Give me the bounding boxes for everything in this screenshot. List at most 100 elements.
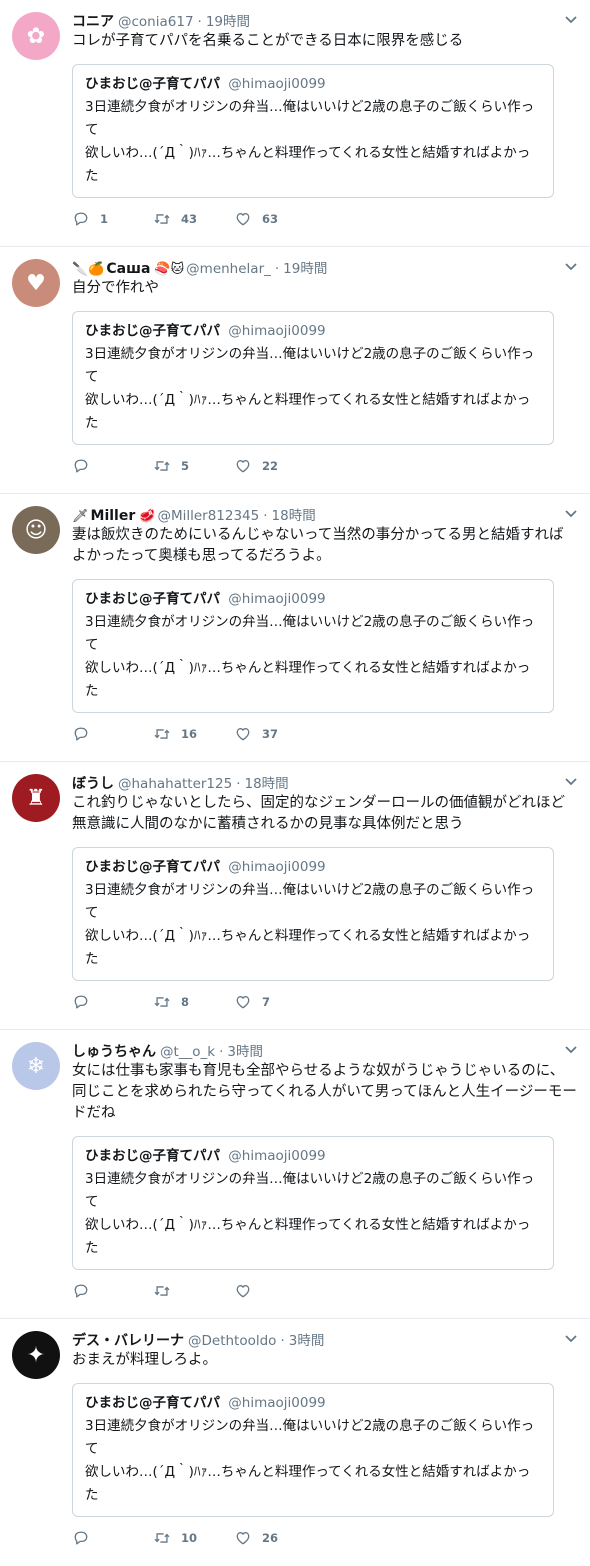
quoted-tweet[interactable]: ひまおじ@子育てパパ @himaoji0099 3日連続夕食がオリジンの弁当…俺… [72, 1136, 554, 1270]
display-name[interactable]: Саша [106, 261, 150, 277]
tweet-actions: 10 26 [72, 1528, 315, 1548]
quoted-display-name: ひまおじ@子育てパパ [85, 323, 220, 339]
tweet[interactable]: ✦ デス・バレリーナ @Dethtooldo · 3時間 おまえが料理しろよ。 … [0, 1319, 590, 1566]
timestamp[interactable]: 3時間 [227, 1040, 263, 1060]
chevron-down-icon[interactable] [564, 1331, 578, 1345]
like-button[interactable]: 7 [234, 993, 315, 1011]
retweet-button[interactable]: 10 [153, 1529, 234, 1547]
chevron-down-icon[interactable] [564, 12, 578, 26]
reply-button[interactable] [72, 1282, 153, 1300]
quoted-user-handle: @himaoji0099 [228, 323, 326, 339]
avatar-image: ✿ [26, 23, 46, 49]
quoted-user-handle: @himaoji0099 [228, 1148, 326, 1164]
avatar[interactable]: ☺ [12, 506, 60, 554]
display-name[interactable]: しゅうちゃん [72, 1041, 156, 1061]
tweet[interactable]: ❄ しゅうちゃん @t__o_k · 3時間 女には仕事も家事も育児も全部やらせ… [0, 1030, 590, 1319]
tweet-header: 🔪🍊 Саша 🍣🐱 @menhelar_ · 19時間 [72, 257, 578, 277]
tweet[interactable]: ♜ ぼうし @hahahatter125 · 18時間 これ釣りじゃないとしたら… [0, 762, 590, 1030]
retweet-icon [154, 1533, 170, 1543]
avatar[interactable]: ✿ [12, 12, 60, 60]
display-name[interactable]: ぼうし [72, 773, 114, 793]
quoted-text-line: 3日連続夕食がオリジンの弁当…俺はいいけど2歳の息子のご飯くらい作って [85, 1418, 535, 1457]
like-count: 22 [262, 459, 279, 473]
reply-icon [74, 212, 88, 226]
retweet-count: 8 [181, 995, 190, 1009]
tweet[interactable]: ♥ 🔪🍊 Саша 🍣🐱 @menhelar_ · 19時間 自分で作れや ひま… [0, 247, 590, 494]
quoted-tweet[interactable]: ひまおじ@子育てパパ @himaoji0099 3日連続夕食がオリジンの弁当…俺… [72, 311, 554, 445]
quoted-tweet[interactable]: ひまおじ@子育てパパ @himaoji0099 3日連続夕食がオリジンの弁当…俺… [72, 64, 554, 198]
avatar[interactable]: ❄ [12, 1042, 60, 1090]
quoted-tweet[interactable]: ひまおじ@子育てパパ @himaoji0099 3日連続夕食がオリジンの弁当…俺… [72, 1383, 554, 1517]
chevron-down-icon[interactable] [564, 259, 578, 273]
retweet-icon [154, 1286, 170, 1296]
chevron-down-icon[interactable] [564, 774, 578, 788]
tweet-actions: 16 37 [72, 724, 315, 744]
user-handle[interactable]: @Dethtooldo [188, 1333, 276, 1349]
display-name[interactable]: デス・バレリーナ [72, 1330, 184, 1350]
like-count: 37 [262, 727, 279, 741]
timestamp[interactable]: 19時間 [283, 257, 327, 277]
like-button[interactable]: 26 [234, 1529, 315, 1547]
reply-button[interactable] [72, 457, 153, 475]
user-handle[interactable]: @menhelar_ [186, 261, 271, 277]
quoted-tweet[interactable]: ひまおじ@子育てパパ @himaoji0099 3日連続夕食がオリジンの弁当…俺… [72, 579, 554, 713]
tweet[interactable]: ☺ 🗡 Miller 🥩 @Miller812345 · 18時間 妻は飯炊きの… [0, 494, 590, 762]
retweet-button[interactable]: 5 [153, 457, 234, 475]
tweet-text: おまえが料理しろよ。 [72, 1352, 217, 1368]
quoted-tweet-text: 3日連続夕食がオリジンの弁当…俺はいいけど2歳の息子のご飯くらい作って 欲しいわ… [85, 879, 541, 971]
tweet-header: コニア @conia617 · 19時間 [72, 10, 578, 30]
retweet-button[interactable]: 16 [153, 725, 234, 743]
tweet-actions [72, 1281, 315, 1301]
chevron-down-icon[interactable] [564, 506, 578, 520]
retweet-count: 5 [181, 459, 190, 473]
quoted-text-line: 欲しいわ…(´Д｀)ﾊｧ…ちゃんと料理作ってくれる女性と結婚すればよかった [85, 928, 531, 967]
quoted-tweet[interactable]: ひまおじ@子育てパパ @himaoji0099 3日連続夕食がオリジンの弁当…俺… [72, 847, 554, 981]
reply-button[interactable] [72, 1529, 153, 1547]
timestamp[interactable]: 18時間 [272, 504, 316, 524]
retweet-button[interactable] [153, 1282, 234, 1300]
separator-dot: · [263, 508, 268, 524]
retweet-button[interactable]: 43 [153, 210, 234, 228]
timestamp[interactable]: 18時間 [245, 772, 289, 792]
like-button[interactable]: 63 [234, 210, 315, 228]
retweet-count: 10 [181, 1531, 198, 1545]
tweet-text: 自分で作れや [72, 280, 159, 296]
reply-icon [74, 727, 88, 741]
retweet-icon [154, 997, 170, 1007]
user-handle[interactable]: @conia617 [118, 14, 194, 30]
tweet[interactable]: ✿ コニア @conia617 · 19時間 コレが子育てパパを名乗ることができ… [0, 0, 590, 247]
display-name[interactable]: コニア [72, 11, 114, 31]
avatar[interactable]: ✦ [12, 1331, 60, 1379]
like-button[interactable] [234, 1282, 315, 1300]
reply-button[interactable] [72, 993, 153, 1011]
timestamp[interactable]: 3時間 [289, 1329, 325, 1349]
quoted-text-line: 3日連続夕食がオリジンの弁当…俺はいいけど2歳の息子のご飯くらい作って [85, 614, 535, 653]
user-handle[interactable]: @Miller812345 [157, 508, 259, 524]
tweet-text: コレが子育てパパを名乗ることができる日本に限界を感じる [72, 33, 464, 49]
reply-button[interactable] [72, 725, 153, 743]
tweet-content: ぼうし @hahahatter125 · 18時間 これ釣りじゃないとしたら、固… [72, 772, 578, 981]
tweet-actions: 1 43 63 [72, 209, 315, 229]
avatar-image: ❄ [26, 1053, 46, 1079]
user-handle[interactable]: @t__o_k [160, 1044, 215, 1060]
quoted-user-handle: @himaoji0099 [228, 1395, 326, 1411]
avatar-image: ☺ [24, 517, 48, 543]
tweet-header: しゅうちゃん @t__o_k · 3時間 [72, 1040, 578, 1060]
user-handle[interactable]: @hahahatter125 [118, 776, 232, 792]
like-count: 63 [262, 212, 279, 226]
like-button[interactable]: 37 [234, 725, 315, 743]
reply-button[interactable]: 1 [72, 210, 153, 228]
avatar[interactable]: ♥ [12, 259, 60, 307]
heart-icon [236, 728, 250, 741]
chevron-down-icon[interactable] [564, 1042, 578, 1056]
quoted-text-line: 欲しいわ…(´Д｀)ﾊｧ…ちゃんと料理作ってくれる女性と結婚すればよかった [85, 660, 531, 699]
like-button[interactable]: 22 [234, 457, 315, 475]
tweet-text: 女には仕事も家事も育児も全部やらせるような奴がうじゃうじゃいるのに、同じことを求… [72, 1063, 577, 1121]
retweet-button[interactable]: 8 [153, 993, 234, 1011]
tweet-actions: 5 22 [72, 456, 315, 476]
avatar[interactable]: ♜ [12, 774, 60, 822]
display-name[interactable]: Miller [91, 508, 136, 524]
timestamp[interactable]: 19時間 [206, 10, 250, 30]
retweet-count: 43 [181, 212, 198, 226]
retweet-icon [154, 461, 170, 471]
